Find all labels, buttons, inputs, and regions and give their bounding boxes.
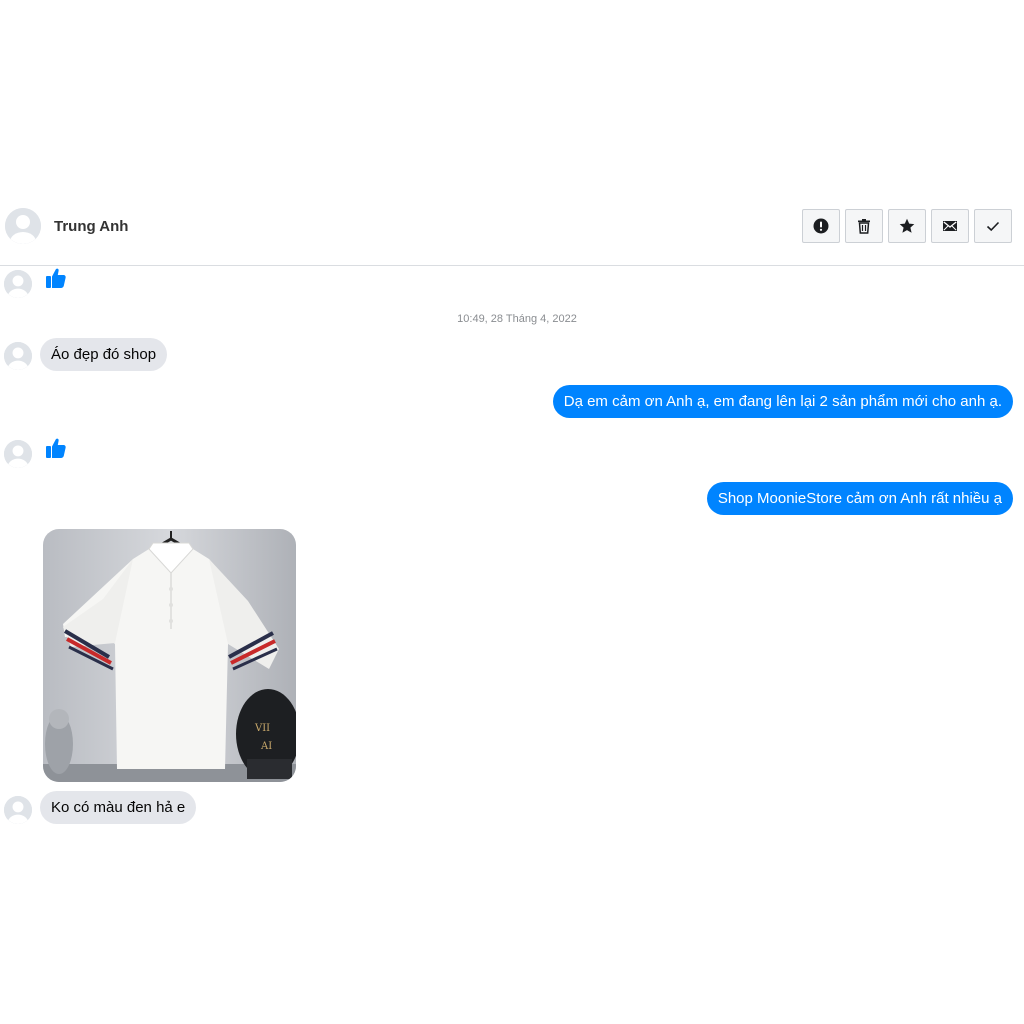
mark-done-button[interactable] (974, 209, 1012, 243)
default-avatar-icon (4, 440, 32, 468)
default-avatar-icon (5, 208, 41, 244)
star-icon (899, 218, 915, 233)
conversation-header: Trung Anh (0, 204, 1024, 266)
contact-name[interactable]: Trung Anh (54, 218, 128, 235)
check-icon (986, 221, 1000, 232)
outgoing-message[interactable]: Shop MoonieStore cảm ơn Anh rất nhiều ạ (706, 482, 1013, 515)
trash-icon (858, 219, 870, 234)
message-timestamp: 10:49, 28 Tháng 4, 2022 (457, 313, 577, 325)
incoming-message[interactable]: Ko có màu đen hả e (40, 791, 197, 824)
contact-avatar[interactable] (5, 208, 41, 244)
polo-shirt-photo[interactable]: VII AI (43, 529, 296, 782)
sender-avatar[interactable] (4, 342, 32, 370)
star-button[interactable] (888, 209, 926, 243)
report-button[interactable] (802, 209, 840, 243)
mark-unread-button[interactable] (931, 209, 969, 243)
envelope-icon (943, 221, 957, 231)
header-actions (802, 209, 1012, 243)
default-avatar-icon (4, 270, 32, 298)
outgoing-message[interactable]: Dạ em cảm ơn Anh ạ, em đang lên lại 2 sả… (552, 385, 1013, 418)
sender-avatar[interactable] (4, 270, 32, 298)
default-avatar-icon (4, 796, 32, 824)
thumbs-up-icon (46, 268, 66, 288)
thumbs-up-icon (46, 438, 66, 458)
sender-avatar[interactable] (4, 440, 32, 468)
incoming-message[interactable]: Áo đẹp đó shop (40, 338, 168, 371)
photo-image: VII AI (43, 529, 296, 782)
svg-text:VII: VII (254, 723, 270, 734)
default-avatar-icon (4, 342, 32, 370)
svg-text:AI: AI (260, 741, 272, 752)
delete-button[interactable] (845, 209, 883, 243)
sender-avatar[interactable] (4, 796, 32, 824)
exclamation-icon (813, 218, 829, 234)
